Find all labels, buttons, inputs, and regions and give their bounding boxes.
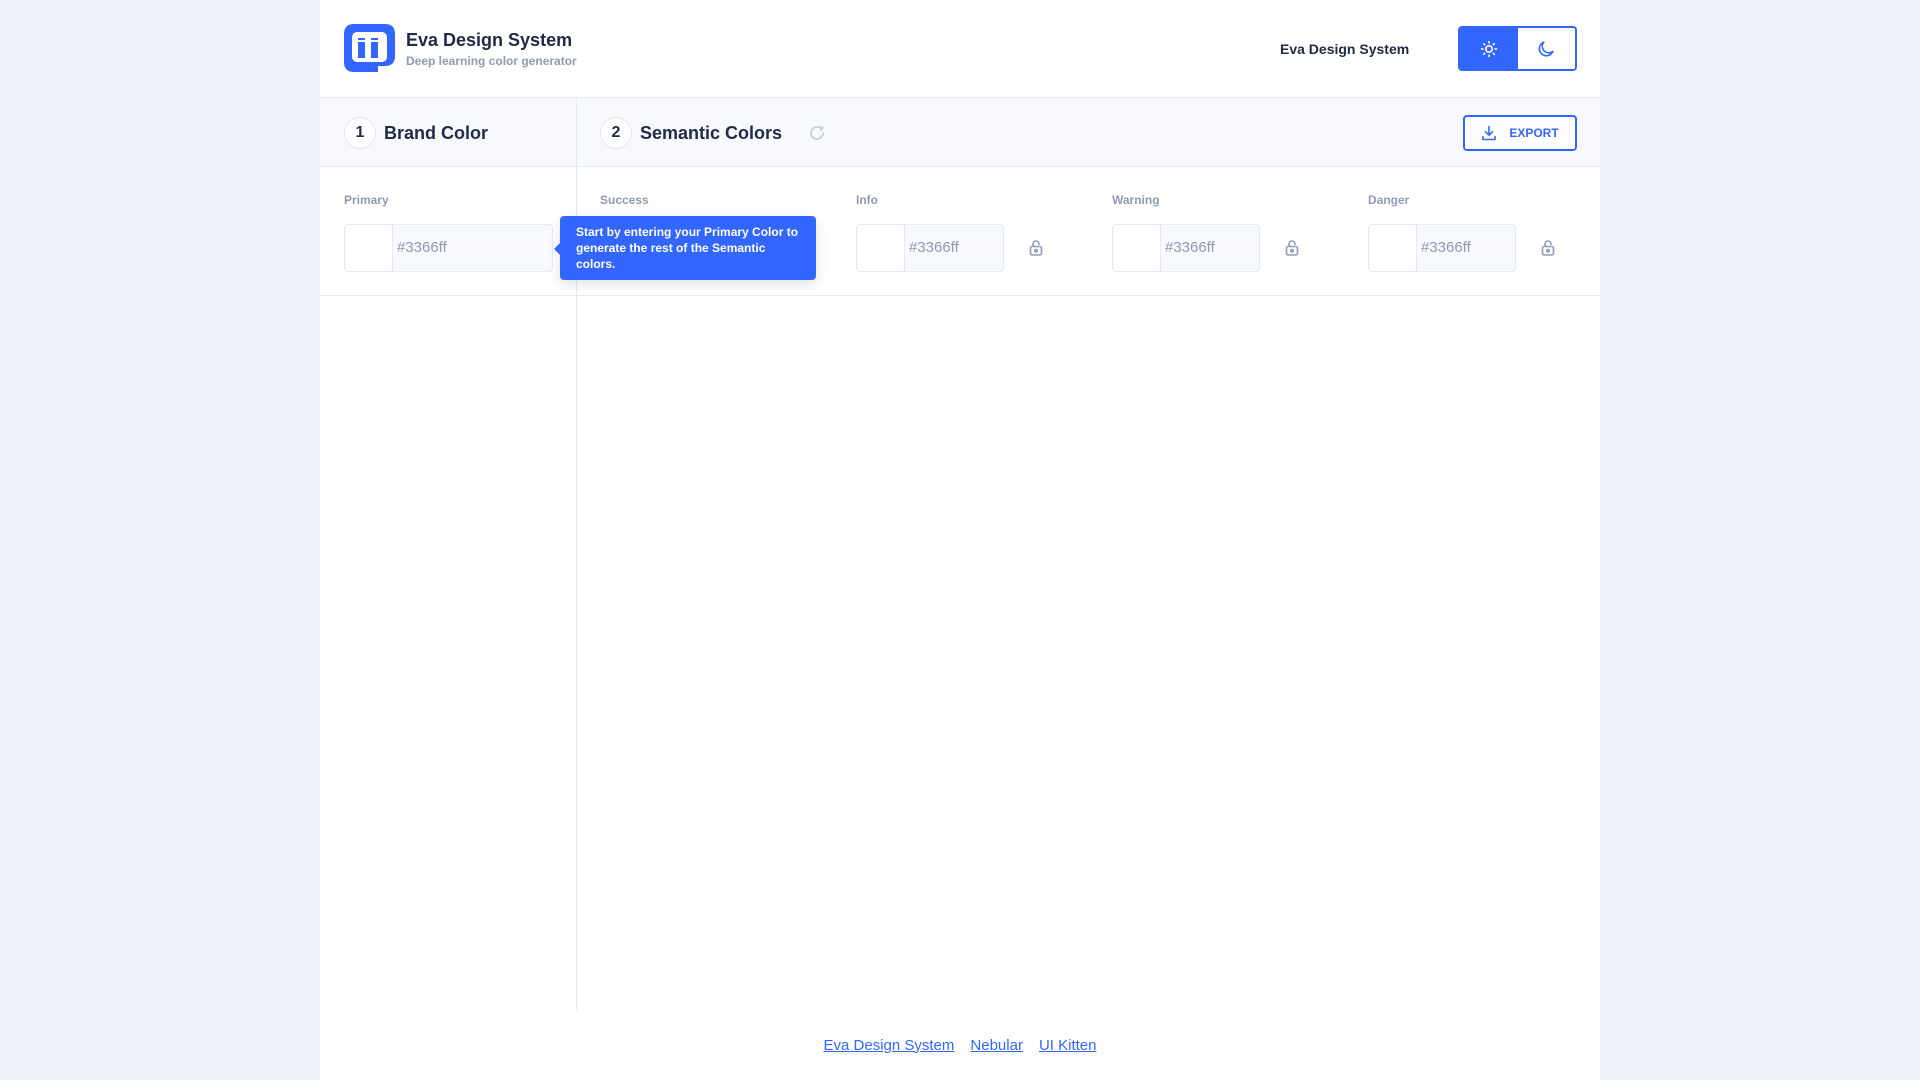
section-header-bar — [320, 98, 1600, 167]
eva-design-system-link[interactable]: Eva Design System — [1280, 41, 1409, 57]
footer: Eva Design System Nebular UI Kitten — [320, 1010, 1600, 1080]
primary-swatch[interactable] — [345, 225, 393, 271]
tooltip-text: Start by entering your Primary Color to … — [576, 225, 799, 271]
danger-lock-icon[interactable] — [1539, 239, 1557, 257]
info-hex-value[interactable]: #3366ff — [905, 225, 959, 271]
dark-theme-button[interactable] — [1517, 28, 1575, 69]
sun-icon — [1480, 40, 1498, 57]
step-number-2: 2 — [600, 117, 632, 149]
primary-color-tooltip: Start by entering your Primary Color to … — [554, 216, 816, 280]
primary-label: Primary — [344, 193, 389, 207]
light-theme-button[interactable] — [1460, 28, 1518, 69]
warning-lock-icon[interactable] — [1283, 239, 1301, 257]
download-icon — [1482, 125, 1497, 141]
brand-color-title: Brand Color — [384, 123, 489, 143]
danger-label: Danger — [1368, 193, 1410, 207]
success-label: Success — [600, 193, 649, 207]
export-button[interactable]: EXPORT — [1463, 115, 1577, 151]
tooltip-arrow — [554, 243, 560, 255]
warning-swatch[interactable] — [1113, 225, 1161, 271]
moon-icon — [1538, 40, 1554, 57]
danger-color-input[interactable]: #3366ff — [1368, 224, 1516, 272]
theme-toggle — [1458, 26, 1577, 71]
info-color-input[interactable]: #3366ff — [856, 224, 1004, 272]
warning-label: Warning — [1112, 193, 1160, 207]
refresh-icon[interactable] — [808, 124, 826, 142]
brand-title: Eva Design System — [406, 30, 573, 50]
primary-hex-value[interactable]: #3366ff — [393, 225, 447, 271]
eva-logo-icon[interactable] — [344, 24, 395, 72]
footer-link-ui-kitten[interactable]: UI Kitten — [1039, 1037, 1097, 1054]
info-lock-icon[interactable] — [1027, 239, 1045, 257]
brand-subtitle: Deep learning color generator — [406, 54, 577, 68]
step-number-1: 1 — [344, 117, 376, 149]
danger-swatch[interactable] — [1369, 225, 1417, 271]
app-container: Eva Design System Deep learning color ge… — [320, 0, 1600, 1080]
info-swatch[interactable] — [857, 225, 905, 271]
footer-link-nebular[interactable]: Nebular — [970, 1037, 1023, 1054]
warning-color-input[interactable]: #3366ff — [1112, 224, 1260, 272]
primary-color-input[interactable]: #3366ff — [344, 224, 553, 272]
semantic-colors-title: Semantic Colors — [640, 123, 783, 143]
export-label: EXPORT — [1509, 126, 1559, 140]
footer-link-eva-design-system[interactable]: Eva Design System — [824, 1037, 955, 1054]
warning-hex-value[interactable]: #3366ff — [1161, 225, 1215, 271]
top-header: Eva Design System Deep learning color ge… — [320, 0, 1600, 98]
danger-hex-value[interactable]: #3366ff — [1417, 225, 1471, 271]
info-label: Info — [856, 193, 878, 207]
